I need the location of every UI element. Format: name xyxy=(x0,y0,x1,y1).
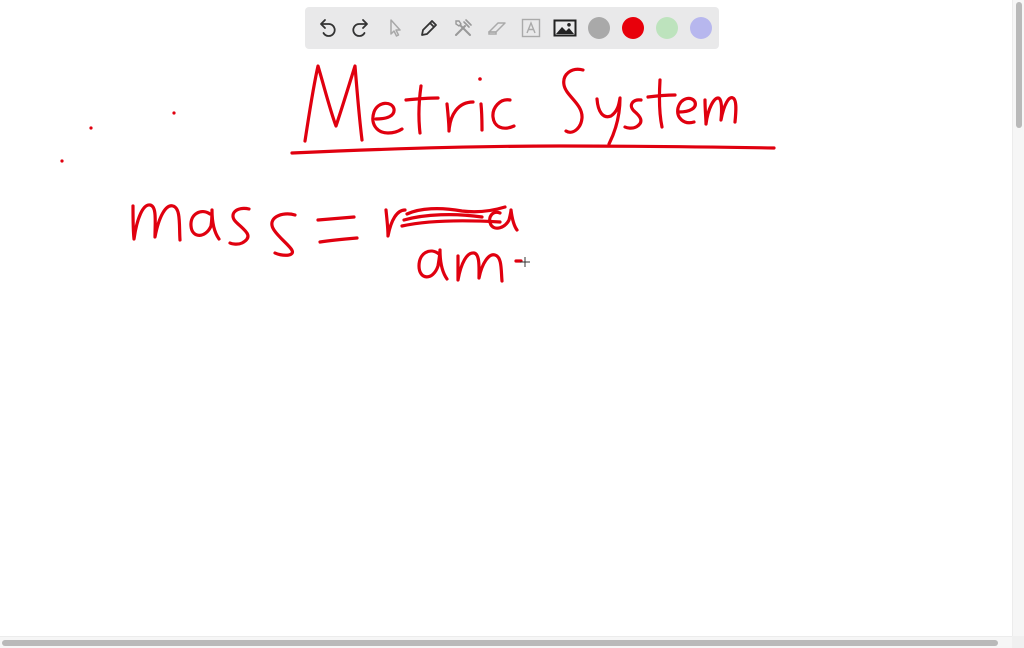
eraser-button[interactable] xyxy=(480,11,514,45)
select-pointer-icon xyxy=(390,19,401,37)
title-handwriting xyxy=(290,64,776,155)
color-swatch-purple xyxy=(690,17,712,39)
am-handwriting xyxy=(417,248,523,283)
image-icon xyxy=(553,19,577,37)
drawing-toolbar xyxy=(305,7,719,49)
vertical-scrollbar[interactable] xyxy=(1012,0,1024,636)
color-gray-button[interactable] xyxy=(582,11,616,45)
pen-icon xyxy=(421,20,437,36)
scrollbar-corner xyxy=(1012,636,1024,648)
ink-dot xyxy=(89,126,93,130)
handwriting-strokes xyxy=(60,64,776,283)
select-button[interactable] xyxy=(378,11,412,45)
text-icon xyxy=(521,18,541,38)
horizontal-scrollbar[interactable] xyxy=(0,636,1012,648)
color-green-button[interactable] xyxy=(650,11,684,45)
color-purple-button[interactable] xyxy=(684,11,718,45)
image-button[interactable] xyxy=(548,11,582,45)
pen-button[interactable] xyxy=(412,11,446,45)
redo-icon xyxy=(352,19,368,37)
mass-handwriting xyxy=(131,203,359,257)
undo-icon xyxy=(320,19,336,37)
ink-dot xyxy=(172,111,176,115)
color-swatch-gray xyxy=(588,17,610,39)
horizontal-scroll-thumb[interactable] xyxy=(2,640,998,646)
tools-icon xyxy=(455,19,472,36)
whiteboard-app: Metric System mass = am xyxy=(0,0,1024,648)
text-button[interactable] xyxy=(514,11,548,45)
color-swatch-green xyxy=(656,17,678,39)
eraser-icon xyxy=(488,22,506,35)
crosshair-cursor xyxy=(520,257,530,267)
undo-button[interactable] xyxy=(310,11,344,45)
crossed-out-handwriting xyxy=(384,205,519,238)
tools-button[interactable] xyxy=(446,11,480,45)
color-red-button[interactable] xyxy=(616,11,650,45)
ink-layer xyxy=(60,64,776,283)
drawing-canvas[interactable]: Metric System mass = am xyxy=(0,0,1012,636)
color-swatch-red xyxy=(622,17,644,39)
ink-dot xyxy=(60,159,64,163)
vertical-scroll-thumb[interactable] xyxy=(1016,2,1022,128)
redo-button[interactable] xyxy=(344,11,378,45)
